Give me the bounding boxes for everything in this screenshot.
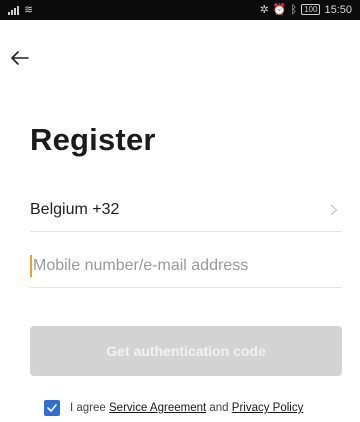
wifi-icon: ≋: [24, 4, 34, 16]
country-selector[interactable]: Belgium +32: [30, 188, 342, 232]
service-agreement-link[interactable]: Service Agreement: [109, 402, 206, 414]
country-label: Belgium +32: [30, 200, 120, 218]
phone-field: [30, 244, 342, 288]
status-right: ✲ ⏰ ᛒ 100 15:50: [259, 3, 352, 17]
phone-input[interactable]: [33, 256, 333, 275]
agree-checkbox[interactable]: [44, 400, 60, 416]
check-icon: [47, 404, 57, 412]
nfc-icon: ✲: [259, 4, 269, 16]
get-auth-code-button[interactable]: Get authentication code: [30, 326, 342, 376]
agreement-text: I agree Service Agreement and Privacy Po…: [70, 402, 303, 414]
agree-conjunction: and: [209, 402, 229, 414]
status-bar: ≋ ✲ ⏰ ᛒ 100 15:50: [0, 0, 360, 20]
agree-prefix: I agree: [70, 402, 106, 414]
agreement-row: I agree Service Agreement and Privacy Po…: [44, 398, 303, 418]
battery-icon: 100: [301, 4, 321, 15]
text-cursor: [30, 254, 32, 277]
privacy-policy-link[interactable]: Privacy Policy: [232, 402, 304, 414]
alarm-icon: ⏰: [272, 4, 287, 16]
bluetooth-icon: ᛒ: [290, 3, 298, 16]
status-left: ≋: [8, 3, 33, 16]
arrow-left-icon: [11, 51, 29, 65]
back-button[interactable]: [6, 44, 34, 72]
signal-icon: [8, 5, 19, 15]
chevron-right-icon: [326, 202, 342, 218]
status-time: 15:50: [324, 3, 352, 16]
page-title: Register: [30, 122, 156, 157]
